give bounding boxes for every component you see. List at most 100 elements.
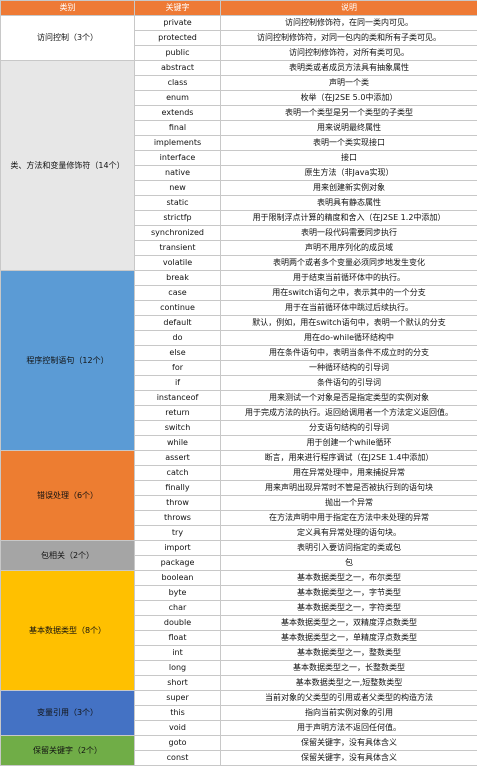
description-cell: 在方法声明中用于指定在方法中未处理的异常 — [221, 511, 477, 526]
table-row: 保留关键字（2个）goto保留关键字，没有具体含义 — [1, 736, 477, 751]
keyword-cell: package — [135, 556, 221, 571]
keyword-cell: finally — [135, 481, 221, 496]
keyword-cell: this — [135, 706, 221, 721]
description-cell: 当前对象的父类型的引用或者父类型的构造方法 — [221, 691, 477, 706]
keyword-cell: double — [135, 616, 221, 631]
category-cell: 类、方法和变量修饰符（14个） — [1, 61, 135, 271]
keyword-cell: return — [135, 406, 221, 421]
keyword-cell: abstract — [135, 61, 221, 76]
header-description: 说明 — [221, 1, 477, 16]
description-cell: 保留关键字，没有具体含义 — [221, 736, 477, 751]
keyword-cell: extends — [135, 106, 221, 121]
keyword-cell: transient — [135, 241, 221, 256]
keyword-cell: class — [135, 76, 221, 91]
keyword-cell: if — [135, 376, 221, 391]
keyword-cell: throw — [135, 496, 221, 511]
category-cell: 错误处理（6个） — [1, 451, 135, 541]
description-cell: 基本数据类型之一，布尔类型 — [221, 571, 477, 586]
keyword-cell: static — [135, 196, 221, 211]
description-cell: 基本数据类型之一，整数类型 — [221, 646, 477, 661]
description-cell: 表明类或者成员方法具有抽象属性 — [221, 61, 477, 76]
keyword-cell: continue — [135, 301, 221, 316]
keyword-cell: default — [135, 316, 221, 331]
description-cell: 用于限制浮点计算的精度和舍入（在J2SE 1.2中添加） — [221, 211, 477, 226]
description-cell: 基本数据类型之一，单精度浮点数类型 — [221, 631, 477, 646]
description-cell: 用来声明出现异常时不管是否被执行到的语句块 — [221, 481, 477, 496]
keyword-cell: void — [135, 721, 221, 736]
description-cell: 指向当前实例对象的引用 — [221, 706, 477, 721]
description-cell: 基本数据类型之一，长整数类型 — [221, 661, 477, 676]
description-cell: 条件语句的引导词 — [221, 376, 477, 391]
keyword-cell: new — [135, 181, 221, 196]
description-cell: 用来说明最终属性 — [221, 121, 477, 136]
table-body: 访问控制（3个）private访问控制修饰符，在同一类内可见。protected… — [1, 16, 477, 766]
category-cell: 访问控制（3个） — [1, 16, 135, 61]
description-cell: 表明一个类型是另一个类型的子类型 — [221, 106, 477, 121]
keyword-cell: import — [135, 541, 221, 556]
description-cell: 表明一个类实现接口 — [221, 136, 477, 151]
table-row: 基本数据类型（8个）boolean基本数据类型之一，布尔类型 — [1, 571, 477, 586]
description-cell: 抛出一个异常 — [221, 496, 477, 511]
description-cell: 访问控制修饰符，在同一类内可见。 — [221, 16, 477, 31]
description-cell: 用来测试一个对象是否是指定类型的实例对象 — [221, 391, 477, 406]
description-cell: 包 — [221, 556, 477, 571]
keyword-cell: boolean — [135, 571, 221, 586]
keyword-cell: else — [135, 346, 221, 361]
description-cell: 分支语句结构的引导词 — [221, 421, 477, 436]
keyword-cell: implements — [135, 136, 221, 151]
keyword-cell: long — [135, 661, 221, 676]
description-cell: 用于声明方法不返回任何值。 — [221, 721, 477, 736]
description-cell: 用于结束当前循环体中的执行。 — [221, 271, 477, 286]
keyword-cell: break — [135, 271, 221, 286]
description-cell: 声明一个类 — [221, 76, 477, 91]
description-cell: 表明具有静态属性 — [221, 196, 477, 211]
description-cell: 用于完成方法的执行。返回给调用者一个方法定义返回值。 — [221, 406, 477, 421]
keyword-cell: super — [135, 691, 221, 706]
description-cell: 接口 — [221, 151, 477, 166]
description-cell: 用在do-while循环结构中 — [221, 331, 477, 346]
category-cell: 包相关（2个） — [1, 541, 135, 571]
description-cell: 基本数据类型之一,短整数类型 — [221, 676, 477, 691]
table-row: 包相关（2个）import表明引入要访问指定的类或包 — [1, 541, 477, 556]
keyword-cell: synchronized — [135, 226, 221, 241]
table-row: 错误处理（6个）assert断言，用来进行程序调试（在J2SE 1.4中添加） — [1, 451, 477, 466]
keyword-cell: public — [135, 46, 221, 61]
description-cell: 声明不用序列化的成员域 — [221, 241, 477, 256]
header-row: 类别 关键字 说明 — [1, 1, 477, 16]
keyword-cell: interface — [135, 151, 221, 166]
keyword-cell: instanceof — [135, 391, 221, 406]
keyword-cell: short — [135, 676, 221, 691]
keyword-cell: do — [135, 331, 221, 346]
description-cell: 基本数据类型之一，字符类型 — [221, 601, 477, 616]
keyword-cell: char — [135, 601, 221, 616]
description-cell: 用在条件语句中，表明当条件不成立时的分支 — [221, 346, 477, 361]
table-row: 程序控制语句（12个）break用于结束当前循环体中的执行。 — [1, 271, 477, 286]
description-cell: 访问控制修饰符，对同一包内的类和所有子类可见。 — [221, 31, 477, 46]
category-cell: 基本数据类型（8个） — [1, 571, 135, 691]
table-row: 变量引用（3个）super当前对象的父类型的引用或者父类型的构造方法 — [1, 691, 477, 706]
keyword-cell: goto — [135, 736, 221, 751]
description-cell: 定义具有异常处理的语句块。 — [221, 526, 477, 541]
description-cell: 访问控制修饰符，对所有类可见。 — [221, 46, 477, 61]
description-cell: 表明一段代码需要同步执行 — [221, 226, 477, 241]
description-cell: 枚举（在J2SE 5.0中添加） — [221, 91, 477, 106]
description-cell: 用在switch语句之中，表示其中的一个分支 — [221, 286, 477, 301]
description-cell: 断言，用来进行程序调试（在J2SE 1.4中添加） — [221, 451, 477, 466]
keyword-cell: const — [135, 751, 221, 766]
keyword-cell: assert — [135, 451, 221, 466]
keyword-cell: for — [135, 361, 221, 376]
description-cell: 用于创建一个while循环 — [221, 436, 477, 451]
description-cell: 表明引入要访问指定的类或包 — [221, 541, 477, 556]
keyword-cell: try — [135, 526, 221, 541]
description-cell: 一种循环结构的引导词 — [221, 361, 477, 376]
description-cell: 原生方法（非Java实现） — [221, 166, 477, 181]
description-cell: 基本数据类型之一，双精度浮点数类型 — [221, 616, 477, 631]
category-cell: 程序控制语句（12个） — [1, 271, 135, 451]
keyword-cell: float — [135, 631, 221, 646]
description-cell: 用于在当前循环体中跳过后续执行。 — [221, 301, 477, 316]
table-header: 类别 关键字 说明 — [1, 1, 477, 16]
keyword-cell: enum — [135, 91, 221, 106]
category-cell: 变量引用（3个） — [1, 691, 135, 736]
keyword-cell: native — [135, 166, 221, 181]
description-cell: 默认，例如，用在switch语句中，表明一个默认的分支 — [221, 316, 477, 331]
